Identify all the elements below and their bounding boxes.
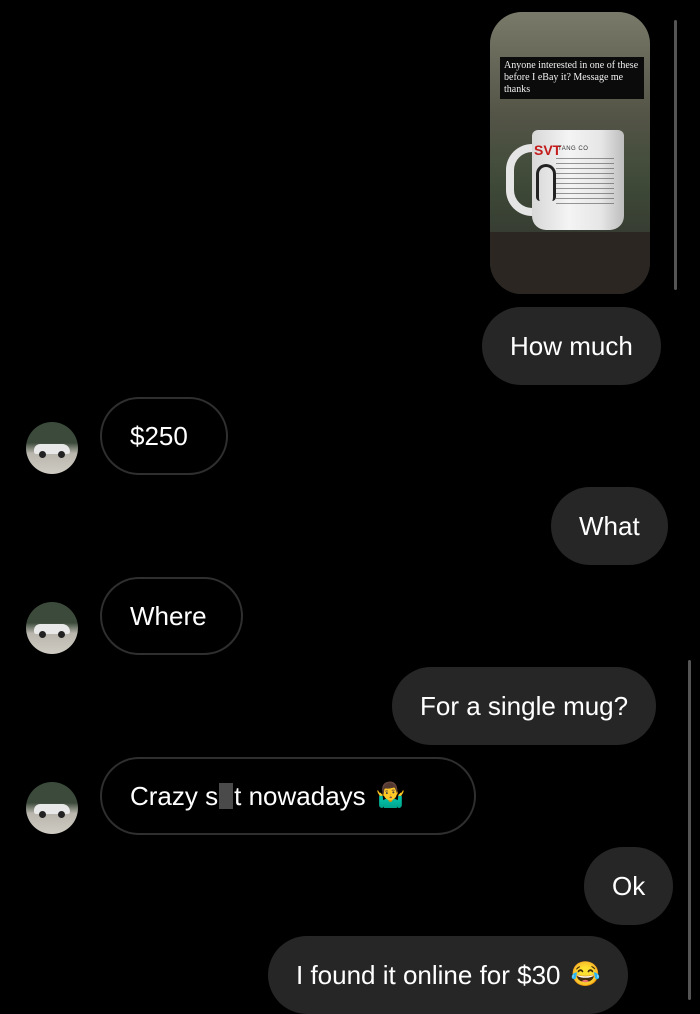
message-text: $250 <box>130 421 188 451</box>
message-text-part: Crazy s <box>130 781 219 811</box>
mug-small-text <box>556 158 614 206</box>
message-text: What <box>579 511 640 541</box>
message-text: I found it online for $30 <box>296 960 561 990</box>
message-outgoing[interactable]: Ok <box>584 847 674 925</box>
avatar[interactable] <box>26 782 78 834</box>
wheel-icon <box>58 631 65 638</box>
message-text: How much <box>510 331 633 361</box>
message-outgoing[interactable]: What <box>551 487 668 565</box>
story-table <box>490 232 650 294</box>
wheel-icon <box>39 631 46 638</box>
censor-block <box>219 783 234 809</box>
wheel-icon <box>39 811 46 818</box>
scrollbar[interactable] <box>688 660 691 1000</box>
shrug-emoji-icon: 🤷‍♂️ <box>375 782 406 809</box>
message-incoming[interactable]: $250 <box>100 397 228 475</box>
message-text: Where <box>130 601 207 631</box>
cobra-emblem <box>536 164 556 201</box>
message-incoming[interactable]: Where <box>100 577 243 655</box>
wheel-icon <box>39 451 46 458</box>
message-text: Ok <box>612 871 646 901</box>
laughing-emoji-icon: 😂 <box>570 961 601 988</box>
avatar[interactable] <box>26 422 78 474</box>
mug-brand-text: TANG CO <box>558 146 589 152</box>
message-text-part: t nowadays <box>234 781 366 811</box>
message-incoming[interactable]: Crazy s t nowadays 🤷‍♂️ <box>100 757 476 835</box>
avatar[interactable] <box>26 602 78 654</box>
wheel-icon <box>58 811 65 818</box>
chat-thread: SVT TANG CO Anyone interested in one of … <box>0 0 700 1014</box>
message-text: For a single mug? <box>420 691 629 721</box>
message-outgoing[interactable]: For a single mug? <box>392 667 657 745</box>
message-outgoing[interactable]: How much <box>482 307 661 385</box>
message-outgoing[interactable]: I found it online for $30 😂 <box>268 936 629 1014</box>
story-caption: Anyone interested in one of these before… <box>500 57 644 99</box>
scrollbar[interactable] <box>674 20 677 290</box>
wheel-icon <box>58 451 65 458</box>
story-reply-card[interactable]: SVT TANG CO Anyone interested in one of … <box>490 12 650 294</box>
